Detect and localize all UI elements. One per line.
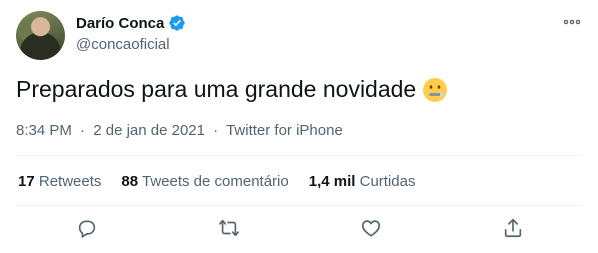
share-icon[interactable] — [500, 215, 526, 241]
tweet-time[interactable]: 8:34 PM — [16, 122, 72, 139]
retweets-label: Retweets — [38, 173, 102, 190]
divider — [16, 155, 582, 156]
tweet-stats: 17 Retweets 88 Tweets de comentário 1,4 … — [18, 173, 415, 190]
zipper-mouth-face-icon — [422, 77, 448, 103]
likes-count: 1,4 mil — [308, 173, 356, 190]
author-name-row: Darío Conca — [76, 14, 186, 32]
retweets-count: 17 — [18, 173, 35, 190]
retweets-stat[interactable]: 17 Retweets — [18, 173, 101, 190]
divider — [16, 205, 582, 206]
tweet-text: Preparados para uma grande novidade — [16, 76, 448, 103]
avatar[interactable] — [16, 11, 65, 60]
reply-icon[interactable] — [74, 215, 100, 241]
replies-label: Tweets de comentário — [141, 173, 289, 190]
retweet-icon[interactable] — [216, 215, 242, 241]
like-icon[interactable] — [358, 215, 384, 241]
more-options-icon[interactable] — [562, 12, 582, 32]
replies-count: 88 — [121, 173, 139, 190]
tweet-source[interactable]: Twitter for iPhone — [226, 122, 343, 139]
likes-label: Curtidas — [359, 173, 416, 190]
verified-badge-icon — [168, 14, 186, 32]
meta-separator: · — [213, 122, 219, 139]
action-bar — [0, 215, 598, 245]
meta-separator: · — [80, 122, 86, 139]
likes-stat[interactable]: 1,4 mil Curtidas — [309, 173, 416, 190]
tweet-detail: Darío Conca @concaoficial Preparados par… — [0, 0, 598, 253]
display-name[interactable]: Darío Conca — [76, 15, 164, 32]
tweet-metadata: 8:34 PM · 2 de jan de 2021 · Twitter for… — [16, 122, 343, 139]
user-handle[interactable]: @concaoficial — [76, 36, 170, 53]
replies-stat[interactable]: 88 Tweets de comentário — [121, 173, 288, 190]
tweet-text-content: Preparados para uma grande novidade — [16, 76, 417, 102]
tweet-date[interactable]: 2 de jan de 2021 — [93, 122, 205, 139]
